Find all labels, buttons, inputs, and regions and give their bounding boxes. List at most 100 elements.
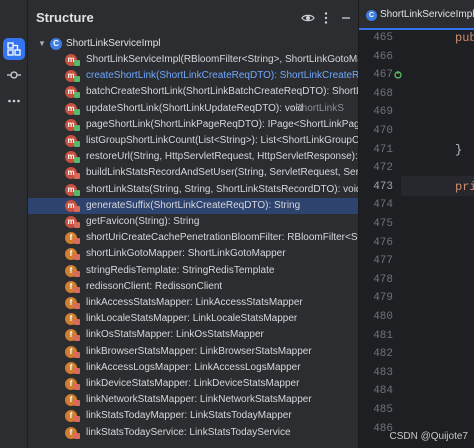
line-number: 466	[373, 50, 393, 63]
line-number: 467	[373, 69, 393, 82]
private-lock-icon	[74, 254, 80, 261]
private-lock-icon	[74, 286, 80, 293]
tree-item[interactable]: f linkDeviceStatsMapper: LinkDeviceStatsM…	[28, 376, 358, 392]
commit-tool-button[interactable]	[3, 64, 25, 86]
structure-tool-button[interactable]	[3, 38, 25, 60]
tree-item-label: linkNetworkStatsMapper: LinkNetworkStats…	[86, 394, 312, 406]
tree-item[interactable]: f shortLinkGotoMapper: ShortLinkGotoMappe…	[28, 246, 358, 262]
code-line[interactable]: pub	[455, 31, 474, 45]
tree-item[interactable]: f linkOsStatsMapper: LinkOsStatsMapper	[28, 327, 358, 343]
tree-item-label: linkDeviceStatsMapper: LinkDeviceStatsMa…	[86, 378, 300, 389]
line-number: 478	[373, 273, 393, 286]
panel-header: Structure	[28, 0, 358, 34]
tree-item-label: generateSuffix(ShortLinkCreateReqDTO): S…	[86, 199, 301, 211]
tree-item[interactable]: m buildLinkStatsRecordAndSetUser(String, …	[28, 165, 358, 181]
line-number: 471	[373, 143, 393, 156]
tree-item[interactable]: m ShortLinkServiceImpl(RBloomFilter<Strin…	[28, 52, 358, 68]
class-icon: C	[366, 10, 377, 21]
override-marker-icon[interactable]	[394, 66, 402, 79]
line-number: 472	[373, 162, 393, 175]
line-number: 473	[373, 180, 393, 193]
tree-item-label: listGroupShortLinkCount(List<String>): L…	[86, 135, 358, 146]
public-lock-icon	[74, 141, 80, 147]
tree-item-label: linkStatsTodayService: LinkStatsTodaySer…	[86, 426, 291, 438]
eye-icon[interactable]	[300, 10, 316, 26]
tree-item-label: ShortLinkServiceImpl(RBloomFilter<String…	[86, 54, 358, 65]
public-lock-icon	[74, 76, 80, 83]
line-number: 475	[373, 218, 393, 230]
tree-item[interactable]: f linkLocaleStatsMapper: LinkLocaleStatsM…	[28, 311, 358, 327]
line-number: 484	[373, 385, 393, 398]
watermark: CSDN @Quijote7	[389, 431, 468, 442]
tree-item[interactable]: f redissonClient: RedissonClient	[28, 279, 358, 295]
tree-item[interactable]: m shortLinkStats(String, String, ShortLin…	[28, 182, 358, 198]
tree-root-node[interactable]: ▼ C ShortLinkServiceImpl	[28, 36, 358, 52]
structure-icon	[7, 42, 21, 56]
tree-item[interactable]: m restoreUrl(String, HttpServletRequest, …	[28, 149, 358, 165]
line-number: 479	[373, 292, 393, 305]
tree-item[interactable]: f shortUriCreateCachePenetrationBloomFilt…	[28, 230, 358, 246]
commit-icon	[7, 71, 21, 79]
editor-tab[interactable]: C ShortLinkServiceImpl.ja	[359, 0, 474, 30]
tree-item[interactable]: m updateShortLink(ShortLinkUpdateReqDTO):…	[28, 101, 358, 117]
private-lock-icon	[74, 270, 80, 277]
line-number: 476	[373, 236, 393, 249]
private-lock-icon	[74, 238, 80, 245]
public-lock-icon	[74, 124, 80, 131]
tree-item[interactable]: m batchCreateShortLink(ShortLinkBatchCrea…	[28, 84, 358, 100]
tree-item[interactable]: f linkStatsTodayMapper: LinkStatsTodayMap…	[28, 408, 358, 424]
tree-item[interactable]: m generateSuffix(ShortLinkCreateReqDTO): …	[28, 197, 358, 214]
tree-item-label: createShortLink(ShortLinkCreateReqDTO): …	[86, 70, 358, 82]
private-lock-icon	[74, 384, 80, 390]
tree-item-label: batchCreateShortLink(ShortLinkBatchCreat…	[86, 86, 358, 98]
private-lock-icon	[74, 173, 80, 180]
code-line[interactable]: pri	[455, 180, 474, 194]
tab-label: ShortLinkServiceImpl.ja	[380, 9, 474, 20]
private-lock-icon	[74, 303, 80, 309]
private-lock-icon	[74, 400, 80, 407]
tree-item[interactable]: f linkBrowserStatsMapper: LinkBrowserStat…	[28, 344, 358, 360]
tree-item-label: shortLinkStats(String, String, ShortLink…	[86, 183, 358, 195]
activity-bar	[0, 0, 28, 448]
private-lock-icon	[74, 351, 80, 358]
tree-item[interactable]: m getFavicon(String): String	[28, 214, 358, 230]
minimize-icon[interactable]	[338, 10, 354, 26]
tree-item-label: linkLocaleStatsMapper: LinkLocaleStatsMa…	[86, 313, 298, 325]
tree-item-label: redissonClient: RedissonClient	[86, 280, 223, 292]
tree-item-label: updateShortLink(ShortLinkUpdateReqDTO): …	[86, 102, 304, 114]
tree-item[interactable]: f linkAccessStatsMapper: LinkAccessStatsM…	[28, 295, 358, 311]
more-vertical-icon[interactable]	[318, 10, 334, 26]
class-icon: C	[50, 38, 62, 50]
panel-title: Structure	[36, 10, 94, 25]
tree-item-label: linkBrowserStatsMapper: LinkBrowserStats…	[86, 345, 312, 357]
line-number: 483	[373, 366, 393, 379]
tree-item[interactable]: f stringRedisTemplate: StringRedisTemplat…	[28, 263, 358, 279]
tree-item-label: linkStatsTodayMapper: LinkStatsTodayMapp…	[86, 410, 292, 422]
tree-item[interactable]: m createShortLink(ShortLinkCreateReqDTO):…	[28, 68, 358, 84]
chevron-down-icon[interactable]: ▼	[38, 36, 48, 52]
tree-item[interactable]: m pageShortLink(ShortLinkPageReqDTO): IPa…	[28, 117, 358, 133]
private-lock-icon	[74, 432, 80, 439]
private-lock-icon	[74, 335, 80, 342]
private-lock-icon	[74, 205, 80, 212]
tree-item[interactable]: f linkStatsTodayService: LinkStatsTodaySe…	[28, 425, 358, 441]
public-lock-icon	[74, 60, 80, 66]
tree-item-suffix: ↑ShortLinkS	[290, 102, 344, 114]
more-tools-button[interactable]	[3, 90, 25, 112]
tree-item-label: pageShortLink(ShortLinkPageReqDTO): IPag…	[86, 118, 358, 130]
code-line[interactable]: }	[455, 143, 462, 157]
private-lock-icon	[74, 367, 80, 374]
tree-item[interactable]: f linkAccessLogsMapper: LinkAccessLogsMap…	[28, 360, 358, 376]
tree-item[interactable]: m listGroupShortLinkCount(List<String>): …	[28, 133, 358, 149]
code-editor: C ShortLinkServiceImpl.ja 465 pub 466 467 46…	[359, 0, 474, 448]
line-number: 465	[373, 32, 393, 44]
line-number: 469	[373, 106, 393, 119]
more-horizontal-icon	[8, 99, 20, 103]
line-number: 480	[373, 311, 393, 323]
line-number: 482	[373, 348, 393, 361]
public-lock-icon	[74, 92, 80, 99]
tree-item[interactable]: f linkNetworkStatsMapper: LinkNetworkStat…	[28, 392, 358, 408]
tree-item-label: shortLinkGotoMapper: ShortLinkGotoMapper	[86, 248, 286, 260]
tree-item-label: shortUriCreateCachePenetrationBloomFilte…	[86, 232, 358, 244]
tree-item-label: stringRedisTemplate: StringRedisTemplate	[86, 264, 275, 276]
